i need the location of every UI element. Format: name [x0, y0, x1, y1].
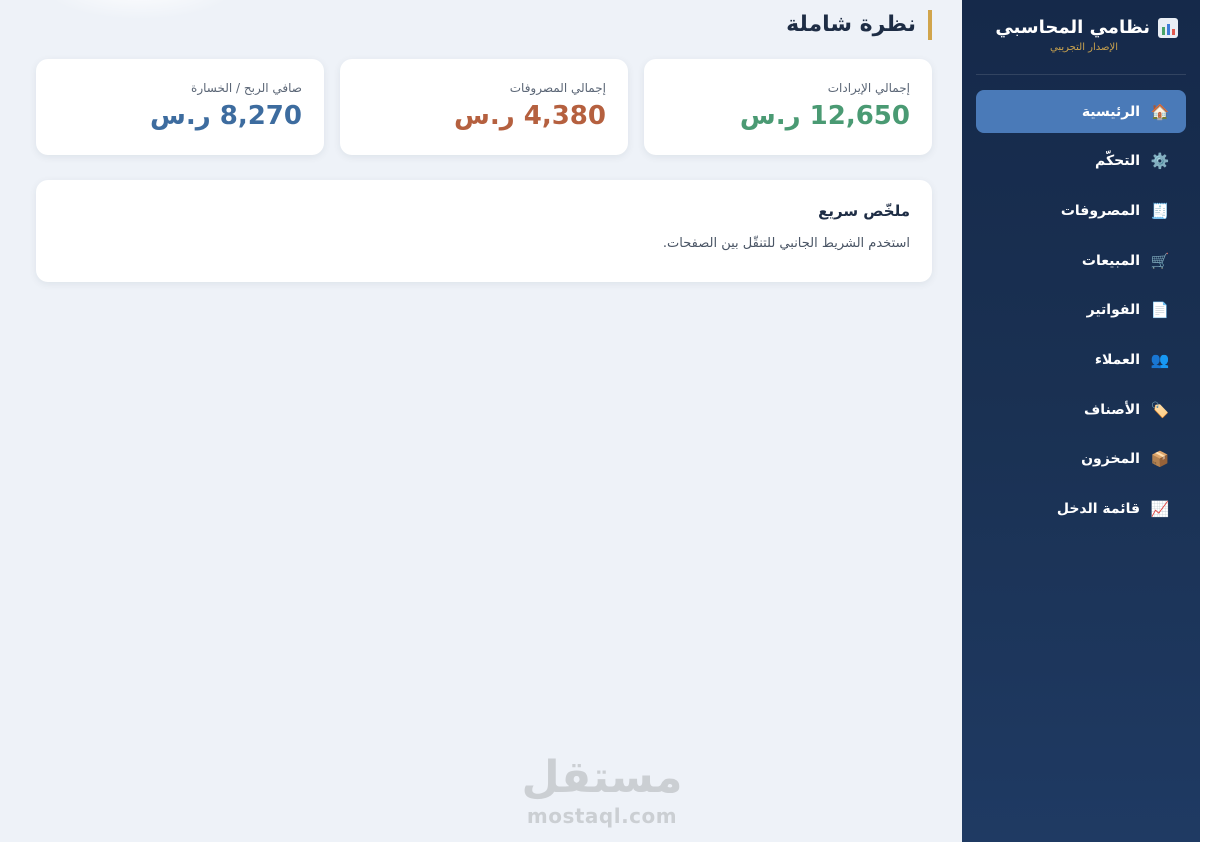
- quick-summary-card: ملخّص سريع استخدم الشريط الجانبي للتنقّل…: [36, 180, 932, 282]
- sidebar-item-box[interactable]: 📦 المخزون: [976, 438, 1186, 481]
- net-profit-label: صافي الربح / الخسارة: [191, 81, 302, 95]
- sidebar-item-users[interactable]: 👥 العملاء: [976, 338, 1186, 381]
- decorative-glow: [40, 0, 240, 20]
- chart-up-icon: 📈: [1150, 500, 1170, 518]
- gear-icon: ⚙️: [1150, 152, 1170, 171]
- watermark-url: mostaql.com: [526, 804, 678, 828]
- watermark: مستقل mostaql.com: [520, 752, 684, 828]
- net-profit-card: صافي الربح / الخسارة 8,270 ر.س: [36, 59, 324, 155]
- sidebar-item-label: التحكّم: [1095, 153, 1140, 170]
- sidebar-item-label: المبيعات: [1081, 252, 1140, 269]
- home-icon: 🏠: [1150, 102, 1170, 121]
- sidebar-item-home[interactable]: 🏠 الرئيسية: [976, 90, 1186, 133]
- sidebar: نظامي المحاسبي الإصدار التجريبي 🏠 الرئيسي…: [962, 0, 1200, 842]
- sidebar-item-cart[interactable]: 🛒 المبيعات: [976, 239, 1186, 282]
- brand-row: نظامي المحاسبي: [995, 16, 1178, 40]
- summary-title: ملخّص سريع: [818, 202, 910, 220]
- app-title: نظامي المحاسبي: [995, 17, 1150, 38]
- receipt-icon: 🧾: [1150, 201, 1170, 220]
- sidebar-item-label: الفواتير: [1086, 302, 1140, 319]
- users-icon: 👥: [1150, 350, 1170, 369]
- page-title: نظرة شاملة: [786, 12, 916, 37]
- sidebar-item-tag[interactable]: 🏷️ الأصناف: [976, 388, 1186, 431]
- watermark-logo: مستقل: [521, 752, 683, 803]
- bar-chart-icon: [1158, 18, 1178, 38]
- app-subtitle: الإصدار التجريبي: [1050, 42, 1118, 53]
- expenses-value: 4,380 ر.س: [453, 101, 606, 131]
- brand: نظامي المحاسبي الإصدار التجريبي: [995, 16, 1178, 53]
- revenue-card: إجمالي الإيرادات 12,650 ر.س: [644, 59, 932, 155]
- box-icon: 📦: [1150, 450, 1170, 469]
- sidebar-divider: [976, 74, 1186, 75]
- tag-icon: 🏷️: [1150, 400, 1170, 419]
- sidebar-item-chart-up[interactable]: 📈 قائمة الدخل: [976, 488, 1186, 531]
- expenses-label: إجمالي المصروفات: [509, 81, 606, 95]
- summary-text: استخدم الشريط الجانبي للتنقّل بين الصفحا…: [662, 236, 910, 251]
- sidebar-item-document[interactable]: 📄 الفواتير: [976, 289, 1186, 332]
- sidebar-item-label: المخزون: [1081, 451, 1140, 468]
- net-profit-value: 8,270 ر.س: [149, 101, 302, 131]
- sidebar-item-receipt[interactable]: 🧾 المصروفات: [976, 189, 1186, 232]
- sidebar-item-label: الأصناف: [1084, 401, 1140, 418]
- sidebar-item-label: قائمة الدخل: [1056, 501, 1140, 517]
- sidebar-nav: 🏠 الرئيسية ⚙️ التحكّم 🧾 المصروفات 🛒 المبيعات 📄 ال…: [976, 90, 1186, 537]
- page-header: نظرة شاملة: [786, 10, 932, 40]
- sidebar-item-label: العملاء: [1094, 351, 1140, 368]
- expenses-card: إجمالي المصروفات 4,380 ر.س: [340, 59, 628, 155]
- revenue-value: 12,650 ر.س: [739, 101, 910, 131]
- revenue-label: إجمالي الإيرادات: [827, 81, 910, 95]
- sidebar-item-label: المصروفات: [1060, 202, 1140, 219]
- sidebar-item-gear[interactable]: ⚙️ التحكّم: [976, 140, 1186, 183]
- app-window: نظرة شاملة إجمالي الإيرادات 12,650 ر.س إ…: [0, 0, 1206, 844]
- cart-icon: 🛒: [1150, 251, 1170, 270]
- main-content: نظرة شاملة إجمالي الإيرادات 12,650 ر.س إ…: [0, 0, 962, 842]
- sidebar-item-label: الرئيسية: [1081, 103, 1140, 120]
- document-icon: 📄: [1150, 301, 1170, 320]
